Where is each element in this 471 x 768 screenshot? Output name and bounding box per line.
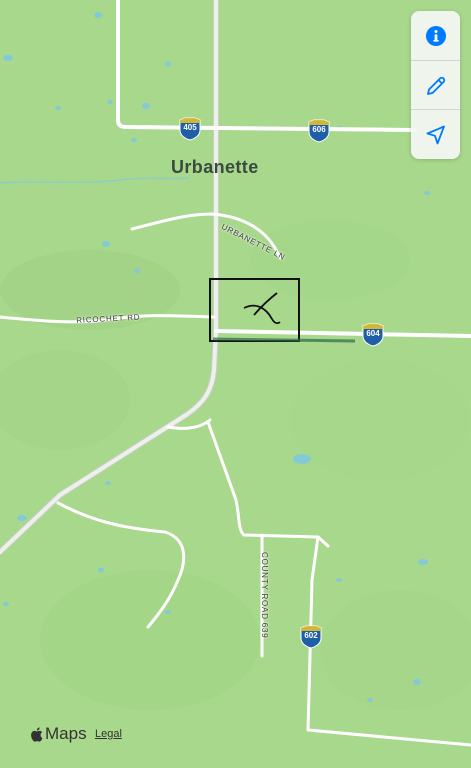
route-shield-label: 604 [366,329,380,338]
maps-brand-text: Maps [45,724,87,743]
route-shield-label: 405 [183,123,197,132]
apple-logo-icon [31,726,43,742]
map-controls [411,11,460,159]
map-base-layer [0,0,471,768]
map-canvas[interactable]: Urbanette URBANETTE LN RICOCHET RD COUNT… [0,0,471,768]
edit-button[interactable] [411,61,460,110]
legal-link[interactable]: Legal [95,728,122,740]
locate-button[interactable] [411,110,460,159]
info-icon [425,25,446,46]
pencil-icon [426,76,445,95]
road-label-county-road-639[interactable]: COUNTY ROAD 639 [260,552,269,639]
place-label-urbanette[interactable]: Urbanette [171,157,259,178]
maps-brand: Maps [29,724,87,744]
route-shield-604[interactable]: 604 [362,323,384,347]
route-shield-405[interactable]: 405 [179,117,201,141]
location-arrow-icon [426,125,445,144]
route-shield-602[interactable]: 602 [300,625,322,649]
info-button[interactable] [411,11,460,60]
route-shield-606[interactable]: 606 [308,119,330,143]
route-shield-label: 606 [312,125,326,134]
route-shield-label: 602 [304,631,318,640]
